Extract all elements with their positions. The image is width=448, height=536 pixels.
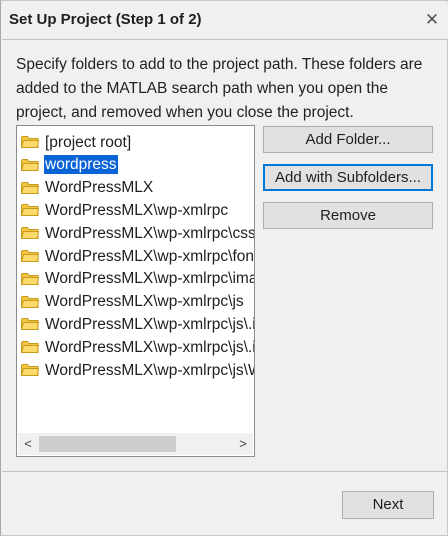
folder-icon [21,136,39,148]
folder-icon [21,295,39,308]
folder-list[interactable]: [project root] wordpress WordPressMLX WordP… [16,125,255,457]
close-icon[interactable]: ✕ [420,8,444,32]
folder-list-item[interactable]: WordPressMLX\wp-xmlrpc\js\.ic [21,336,255,358]
folder-label: WordPressMLX\wp-xmlrpc\css [45,224,255,242]
scroll-left-icon[interactable]: < [18,433,38,455]
dialog-window: Set Up Project (Step 1 of 2) ✕ Specify f… [0,0,448,536]
folder-label: WordPressMLX\wp-xmlrpc\js\.ic [45,315,255,333]
folder-icon [21,250,39,262]
folder-label: WordPressMLX\wp-xmlrpc\js [45,293,244,311]
dialog-title: Set Up Project (Step 1 of 2) [9,11,202,28]
folder-list-item[interactable]: wordpress [21,154,118,176]
folder-label: WordPressMLX\wp-xmlrpc\imag [45,270,255,288]
folder-list-item[interactable]: WordPressMLX\wp-xmlrpc\js [21,291,245,313]
folder-label: WordPressMLX [45,179,154,197]
folder-icon [21,227,39,240]
folder-label: WordPressMLX\wp-xmlrpc\js\.ic [45,338,255,356]
folder-icon [21,158,39,171]
scroll-right-icon[interactable]: > [233,433,253,455]
folder-label: WordPressMLX\wp-xmlrpc\js\W [45,361,255,379]
footer-divider [2,471,448,472]
folder-list-item[interactable]: [project root] [21,131,132,153]
folder-list-item[interactable]: WordPressMLX\wp-xmlrpc\imag [21,268,255,290]
horizontal-scrollbar[interactable]: < > [18,433,253,455]
instructions-text: Specify folders to add to the project pa… [16,56,423,121]
folder-icon [21,318,39,331]
folder-list-item[interactable]: WordPressMLX\wp-xmlrpc\font [21,245,255,267]
folder-label: WordPressMLX\wp-xmlrpc [45,201,229,219]
folder-icon [21,364,39,376]
folder-icon [21,341,39,354]
folder-list-item[interactable]: WordPressMLX\wp-xmlrpc\css [21,222,255,244]
folder-list-item[interactable]: WordPressMLX\wp-xmlrpc\js\W [21,359,255,381]
add-with-subfolders-button[interactable]: Add with Subfolders... [263,164,433,191]
title-divider [2,39,448,40]
add-folder-button[interactable]: Add Folder... [263,126,433,153]
folder-list-item[interactable]: WordPressMLX\wp-xmlrpc [21,199,229,221]
folder-list-item[interactable]: WordPressMLX\wp-xmlrpc\js\.ic [21,313,255,335]
next-button[interactable]: Next [342,491,434,519]
folder-label: [project root] [45,133,132,151]
folder-list-item[interactable]: WordPressMLX [21,177,154,199]
remove-button[interactable]: Remove [263,202,433,229]
scrollbar-thumb[interactable] [39,436,176,452]
folder-icon [21,204,39,217]
title-bar: Set Up Project (Step 1 of 2) ✕ [2,2,448,40]
folder-label: wordpress [44,155,118,175]
folder-icon [21,272,39,285]
folder-label: WordPressMLX\wp-xmlrpc\font [45,247,255,265]
folder-icon [21,181,39,194]
